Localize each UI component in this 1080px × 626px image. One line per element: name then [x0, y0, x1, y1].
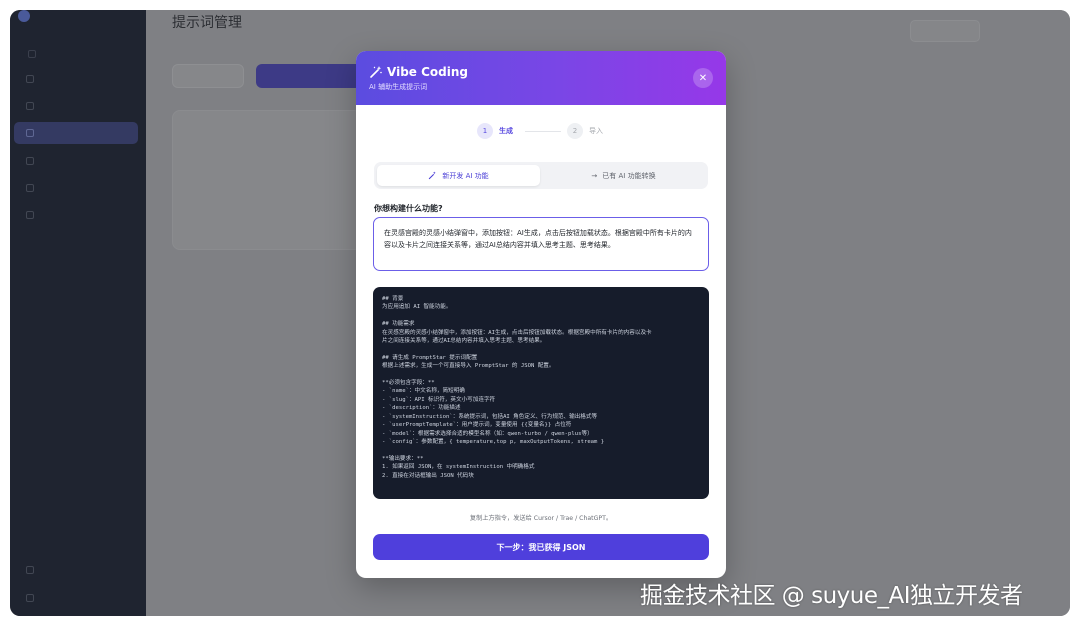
arrow-right-icon: →	[591, 171, 598, 180]
next-step-button[interactable]: 下一步：我已获得 JSON	[373, 534, 709, 560]
toggle-existing-label: 已有 AI 功能转换	[602, 171, 656, 180]
grid-icon	[26, 75, 34, 83]
step-2-number: 2	[567, 123, 583, 139]
copy-button[interactable]	[172, 64, 244, 88]
step-connector	[525, 131, 561, 132]
sidebar-item-list[interactable]	[14, 95, 138, 117]
feature-description-input[interactable]: 在灵感宫殿的灵感小结弹窗中，添加按钮：AI生成，点击后按钮加载状态。根据宫殿中所…	[373, 217, 709, 271]
user-icon	[26, 566, 34, 574]
toggle-new-label: 新开发 AI 功能	[442, 171, 489, 180]
close-icon: ✕	[698, 72, 708, 84]
logo	[18, 10, 36, 22]
sidebar-item-dashboard[interactable]	[14, 68, 138, 90]
sidebar	[10, 10, 146, 616]
sidebar-item-stats[interactable]	[14, 150, 138, 172]
sparkle-icon	[429, 171, 437, 180]
generated-prompt-code: ## 背景 为应用追加 AI 智能功能。 ## 功能需求 在灵感宫殿的灵感小结弹…	[373, 287, 709, 499]
copy-hint: 复制上方指令，发送给 Cursor / Trae / ChatGPT。	[469, 515, 613, 522]
modal-header: Vibe Coding AI 辅助生成提示词 ✕	[356, 51, 726, 105]
list-icon	[26, 102, 34, 110]
user-menu-button[interactable]	[984, 20, 1054, 42]
step-1-number: 1	[477, 123, 493, 139]
sidebar-item-settings[interactable]	[14, 204, 138, 226]
chart-icon	[26, 157, 34, 165]
language-button[interactable]	[910, 20, 980, 42]
prompt-icon	[26, 129, 34, 137]
page-title: 提示词管理	[172, 15, 242, 31]
prompt-card[interactable]	[172, 110, 362, 250]
folder-icon	[26, 184, 34, 192]
stepper: 1 生成 2 导入	[356, 121, 726, 141]
modal-subtitle: AI 辅助生成提示词	[369, 83, 428, 91]
modal-title: Vibe Coding	[387, 65, 468, 79]
logout-icon	[26, 594, 34, 602]
magic-wand-icon	[370, 66, 382, 78]
sidebar-item-folders[interactable]	[14, 177, 138, 199]
step-2-label: 导入	[589, 127, 603, 135]
step-1-label: 生成	[499, 127, 513, 135]
logo-icon	[18, 10, 30, 22]
collapse-icon[interactable]	[28, 50, 36, 58]
sidebar-item-account[interactable]	[14, 560, 138, 580]
toggle-existing-ai-feature[interactable]: → 已有 AI 功能转换	[542, 165, 705, 186]
close-button[interactable]: ✕	[693, 68, 713, 88]
toggle-new-ai-feature[interactable]: 新开发 AI 功能	[377, 165, 540, 186]
sidebar-item-logout[interactable]	[14, 588, 138, 608]
vibe-coding-modal: Vibe Coding AI 辅助生成提示词 ✕ 1 生成 2 导入 新开发 A…	[356, 51, 726, 578]
vibe-coding-button[interactable]	[256, 64, 366, 88]
sidebar-item-prompts[interactable]	[14, 122, 138, 144]
settings-icon	[26, 211, 34, 219]
question-label: 你想构建什么功能?	[374, 204, 443, 213]
watermark: 掘金技术社区 @ suyue_AI独立开发者	[640, 583, 1023, 609]
mode-toggle: 新开发 AI 功能 → 已有 AI 功能转换	[374, 162, 708, 189]
